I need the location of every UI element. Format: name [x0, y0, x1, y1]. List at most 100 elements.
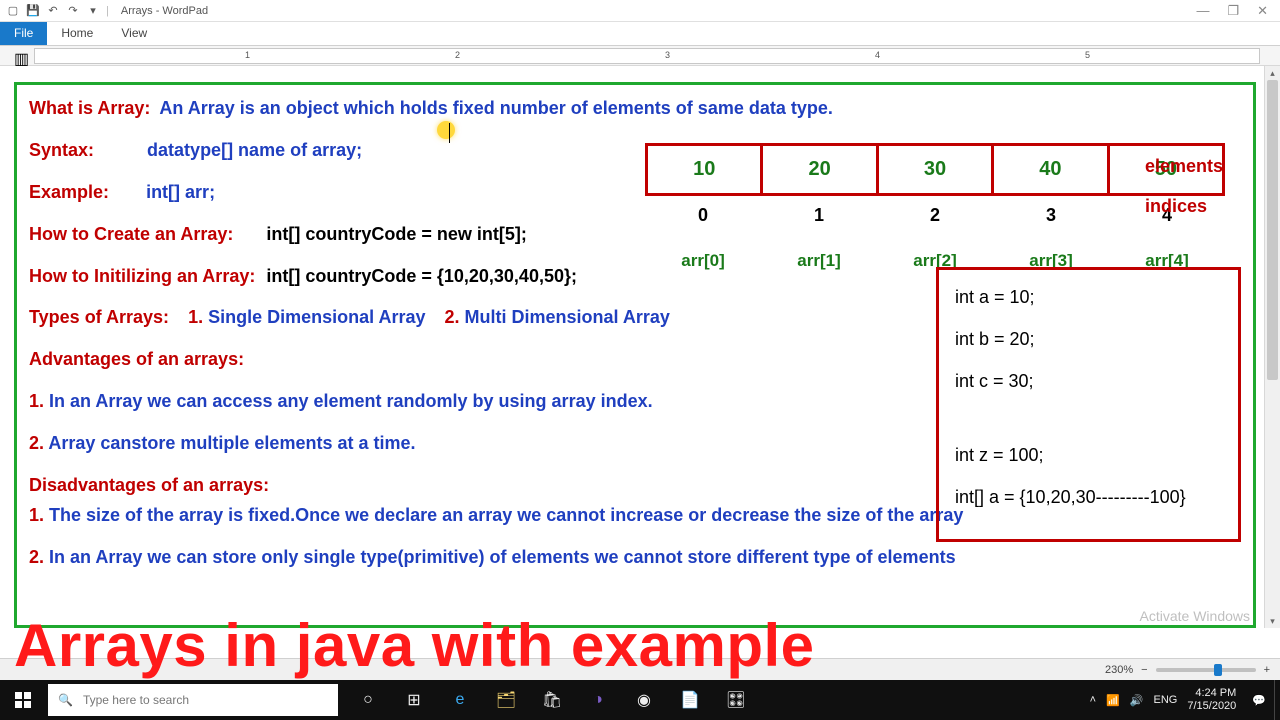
label-init: How to Initilizing an Array: — [29, 266, 255, 286]
chrome-icon[interactable]: ◉ — [622, 680, 666, 720]
tab-view[interactable]: View — [107, 22, 161, 45]
close-button[interactable]: ✕ — [1257, 3, 1268, 19]
text-dis1: The size of the array is fixed.Once we d… — [44, 505, 963, 525]
array-cell: 20 — [763, 146, 878, 193]
label-create: How to Create an Array: — [29, 224, 233, 244]
text-type1: Single Dimensional Array — [203, 307, 425, 327]
taskbar-search[interactable]: 🔍 Type here to search — [48, 684, 338, 716]
example-code-box: int a = 10; int b = 20; int c = 30; int … — [936, 267, 1241, 542]
text-init: int[] countryCode = {10,20,30,40,50}; — [266, 266, 577, 286]
clock-date: 7/15/2020 — [1187, 700, 1236, 713]
array-index: 0 — [645, 202, 761, 230]
line-whatis: What is Array: An Array is an object whi… — [29, 95, 1241, 123]
taskbar: 🔍 Type here to search ○ ⊞ e 🗂 🛍 ◑ ◉ 📄 🎛 … — [0, 680, 1280, 720]
code-line: int b = 20; — [955, 326, 1222, 354]
document-page[interactable]: What is Array: An Array is an object whi… — [14, 82, 1256, 628]
num-type2: 2. — [445, 307, 460, 327]
explorer-icon[interactable]: 🗂 — [484, 680, 528, 720]
windows-icon — [15, 692, 31, 708]
array-cell: 10 — [648, 146, 763, 193]
app-icon[interactable]: 🎛 — [714, 680, 758, 720]
text-create: int[] countryCode = new int[5]; — [266, 224, 527, 244]
taskview-icon[interactable]: ⊞ — [392, 680, 436, 720]
text-syntax: datatype[] name of array; — [147, 140, 362, 160]
array-ref: arr[0] — [645, 248, 761, 274]
array-cells: 10 20 30 40 50 — [645, 143, 1225, 196]
window-title: Arrays - WordPad — [115, 5, 1185, 17]
text-caret-icon — [449, 123, 450, 143]
code-line: int z = 100; — [955, 442, 1222, 470]
minimize-button[interactable]: — — [1196, 3, 1209, 19]
ruler-toggle-icon[interactable]: ▥ — [14, 49, 28, 63]
cortana-icon[interactable]: ○ — [346, 680, 390, 720]
start-button[interactable] — [0, 680, 46, 720]
language-indicator[interactable]: ENG — [1154, 694, 1178, 706]
ruler-mark: 3 — [665, 50, 670, 60]
num-type1: 1. — [188, 307, 203, 327]
quick-access-toolbar: ▢ 💾 ↶ ↷ ▾ | — [0, 4, 115, 18]
array-index: 2 — [877, 202, 993, 230]
array-ref: arr[1] — [761, 248, 877, 274]
titlebar: ▢ 💾 ↶ ↷ ▾ | Arrays - WordPad — ❐ ✕ — [0, 0, 1280, 22]
ribbon-tabs: File Home View — [0, 22, 1280, 46]
scroll-up-icon[interactable]: ▴ — [1265, 66, 1280, 80]
video-caption-overlay: Arrays in java with example — [0, 611, 1280, 680]
num-dis1: 1. — [29, 505, 44, 525]
tray-chevron-icon[interactable]: ˄ — [1090, 694, 1096, 706]
num-adv2: 2. — [29, 433, 44, 453]
show-desktop-button[interactable] — [1274, 680, 1280, 720]
ruler[interactable]: 1 2 3 4 5 — [34, 48, 1260, 64]
label-whatis: What is Array: — [29, 98, 150, 118]
qat-dropdown-icon[interactable]: ▾ — [86, 4, 100, 18]
text-whatis: An Array is an object which holds fixed … — [159, 98, 833, 118]
code-line: int[] a = {10,20,30---------100} — [955, 484, 1222, 512]
label-disadvantages: Disadvantages of an arrays: — [29, 475, 269, 495]
eclipse-icon[interactable]: ◑ — [576, 680, 620, 720]
taskbar-apps: ○ ⊞ e 🗂 🛍 ◑ ◉ 📄 🎛 — [346, 680, 758, 720]
ruler-mark: 5 — [1085, 50, 1090, 60]
array-index: 1 — [761, 202, 877, 230]
text-adv1: In an Array we can access any element ra… — [44, 391, 653, 411]
vertical-scrollbar[interactable]: ▴ ▾ — [1264, 66, 1280, 628]
text-example: int[] arr; — [146, 182, 215, 202]
array-index: 3 — [993, 202, 1109, 230]
notifications-icon[interactable]: 💬 — [1252, 694, 1266, 707]
system-tray: ˄ 📶 🔊 ENG 4:24 PM 7/15/2020 💬 — [1082, 687, 1274, 712]
code-line: int c = 30; — [955, 368, 1222, 396]
network-icon[interactable]: 📶 — [1106, 694, 1120, 707]
edge-icon[interactable]: e — [438, 680, 482, 720]
array-indices: 0 1 2 3 4 — [645, 202, 1225, 230]
ruler-mark: 4 — [875, 50, 880, 60]
maximize-button[interactable]: ❐ — [1227, 3, 1239, 19]
clock-time: 4:24 PM — [1187, 687, 1236, 700]
app-icon: ▢ — [6, 4, 20, 18]
clock[interactable]: 4:24 PM 7/15/2020 — [1187, 687, 1242, 712]
wordpad-icon[interactable]: 📄 — [668, 680, 712, 720]
volume-icon[interactable]: 🔊 — [1130, 694, 1144, 707]
store-icon[interactable]: 🛍 — [530, 680, 574, 720]
save-icon[interactable]: 💾 — [26, 4, 40, 18]
tab-file[interactable]: File — [0, 22, 47, 45]
redo-icon[interactable]: ↷ — [66, 4, 80, 18]
qat-separator: | — [106, 5, 109, 17]
line-dis2: 2. In an Array we can store only single … — [29, 544, 1241, 572]
search-icon: 🔍 — [58, 693, 73, 707]
label-example: Example: — [29, 182, 109, 202]
code-blank — [955, 410, 1222, 428]
text-type2: Multi Dimensional Array — [460, 307, 670, 327]
code-line: int a = 10; — [955, 284, 1222, 312]
ruler-mark: 1 — [245, 50, 250, 60]
ruler-row: ▥ 1 2 3 4 5 — [0, 46, 1280, 66]
text-dis2: In an Array we can store only single typ… — [44, 547, 956, 567]
window-controls: — ❐ ✕ — [1184, 3, 1280, 19]
text-adv2: Array canstore multiple elements at a ti… — [44, 433, 415, 453]
undo-icon[interactable]: ↶ — [46, 4, 60, 18]
search-placeholder: Type here to search — [83, 693, 189, 707]
cursor-highlight-icon — [437, 121, 455, 139]
document-area[interactable]: What is Array: An Array is an object whi… — [0, 66, 1264, 628]
ruler-mark: 2 — [455, 50, 460, 60]
array-cell: 30 — [879, 146, 994, 193]
tab-home[interactable]: Home — [47, 22, 107, 45]
scroll-thumb[interactable] — [1267, 80, 1278, 380]
label-syntax: Syntax: — [29, 140, 94, 160]
